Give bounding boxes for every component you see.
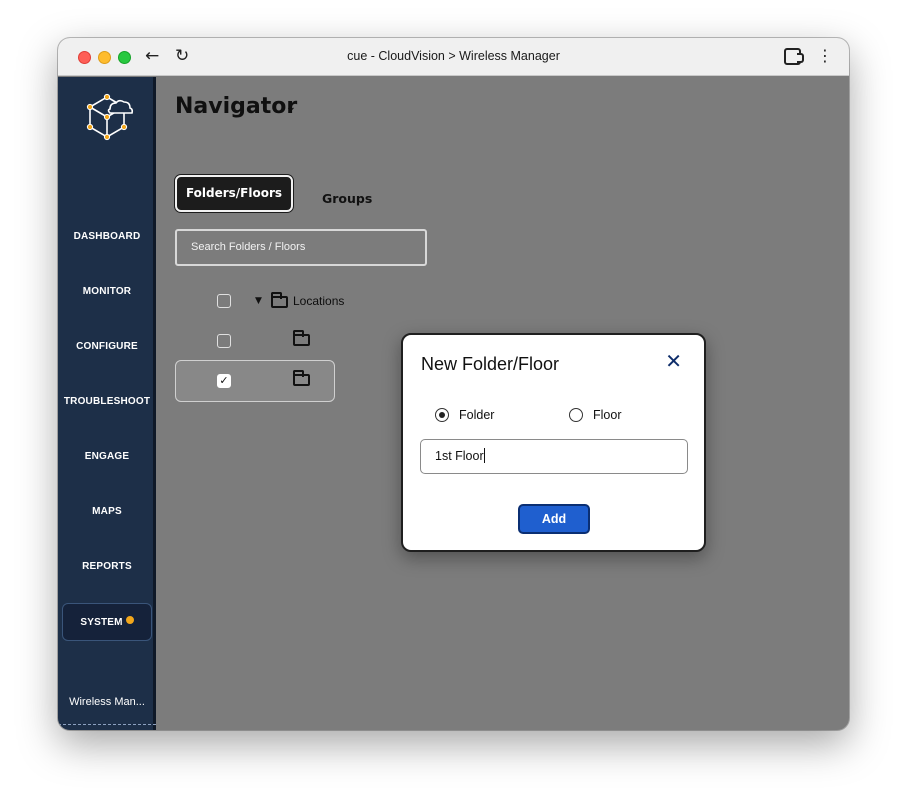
new-folder-floor-dialog: New Folder/Floor ✕ Folder Floor 1st Floo…: [401, 333, 706, 552]
more-menu-icon[interactable]: ⋮: [817, 47, 833, 65]
chevron-down-icon[interactable]: ⌄: [285, 99, 297, 115]
close-icon[interactable]: ✕: [665, 351, 682, 373]
search-input[interactable]: Search Folders / Floors: [175, 229, 427, 266]
status-badge: [125, 616, 134, 624]
tree-checkbox[interactable]: [217, 294, 231, 308]
sidebar-item-configure[interactable]: CONFIGURE: [58, 341, 156, 352]
dialog-title: New Folder/Floor: [421, 354, 560, 374]
sidebar-item-engage[interactable]: ENGAGE: [58, 451, 156, 462]
tree-checkbox[interactable]: [217, 334, 231, 348]
tab-groups[interactable]: Groups: [322, 191, 372, 206]
sidebar-item-troubleshoot[interactable]: TROUBLESHOOT: [58, 396, 156, 407]
text-cursor: [483, 448, 485, 463]
folder-radio-label[interactable]: Folder: [459, 408, 494, 422]
name-field-value: 1st Floor: [435, 449, 484, 463]
caret-down-icon[interactable]: ▼: [255, 296, 262, 306]
extension-puzzle-icon[interactable]: [784, 48, 804, 65]
tab-folders-floors[interactable]: Folders/Floors: [175, 175, 293, 212]
folder-radio[interactable]: [435, 408, 449, 422]
sidebar-item-dashboard[interactable]: DASHBOARD: [58, 231, 156, 242]
name-field[interactable]: 1st Floor: [420, 439, 688, 474]
sidebar-item-system[interactable]: SYSTEM: [62, 603, 152, 641]
folder-icon: [293, 370, 310, 386]
sidebar: DASHBOARD MONITOR CONFIGURE TROUBLESHOOT…: [58, 77, 156, 730]
sidebar-item-monitor[interactable]: MONITOR: [58, 286, 156, 297]
sidebar-item-label: SYSTEM: [80, 617, 123, 628]
sidebar-item-maps[interactable]: MAPS: [58, 506, 156, 517]
floor-radio-label[interactable]: Floor: [593, 408, 621, 422]
main-content: Navigator ⌄ Folders/Floors Groups Search…: [159, 77, 849, 730]
folder-icon: [271, 292, 288, 308]
floor-radio[interactable]: [569, 408, 583, 422]
sidebar-app-label[interactable]: Wireless Man...: [58, 696, 156, 708]
add-button[interactable]: Add: [518, 504, 590, 534]
cloudvision-logo-icon: [86, 93, 134, 141]
window-title: cue - CloudVision > Wireless Manager: [347, 49, 560, 63]
tree-checkbox-checked[interactable]: ✓: [217, 374, 231, 388]
sidebar-item-reports[interactable]: REPORTS: [58, 561, 156, 572]
tree-item-locations[interactable]: Locations: [293, 294, 344, 308]
browser-window: ← ↻ cue - CloudVision > Wireless Manager…: [58, 38, 849, 730]
page-title[interactable]: Navigator: [175, 94, 297, 119]
title-bar: ← ↻ cue - CloudVision > Wireless Manager…: [58, 38, 849, 76]
tree-row-selected[interactable]: [175, 360, 335, 402]
folder-icon: [293, 330, 310, 346]
sidebar-divider: [58, 724, 156, 725]
